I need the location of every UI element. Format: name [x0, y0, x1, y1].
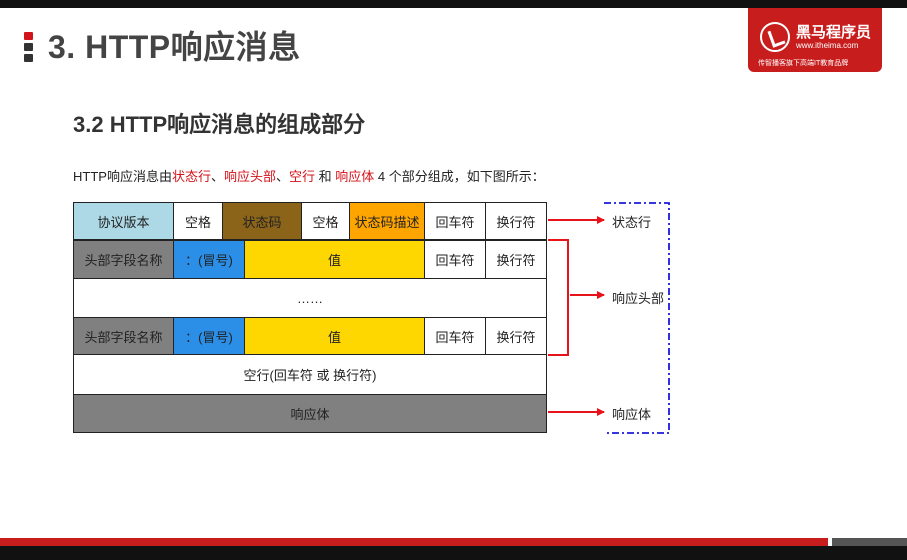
footer-black-bar	[0, 546, 907, 560]
label-headers: 响应头部	[612, 291, 665, 306]
right-dashed-bracket	[604, 202, 670, 434]
label-body: 响应体	[612, 407, 652, 422]
footer-red-bar	[0, 538, 828, 546]
headers-bracket	[548, 239, 569, 356]
diagram-connectors	[548, 202, 670, 434]
footer-gray-bar	[832, 538, 907, 546]
label-status-line: 状态行	[612, 215, 652, 230]
